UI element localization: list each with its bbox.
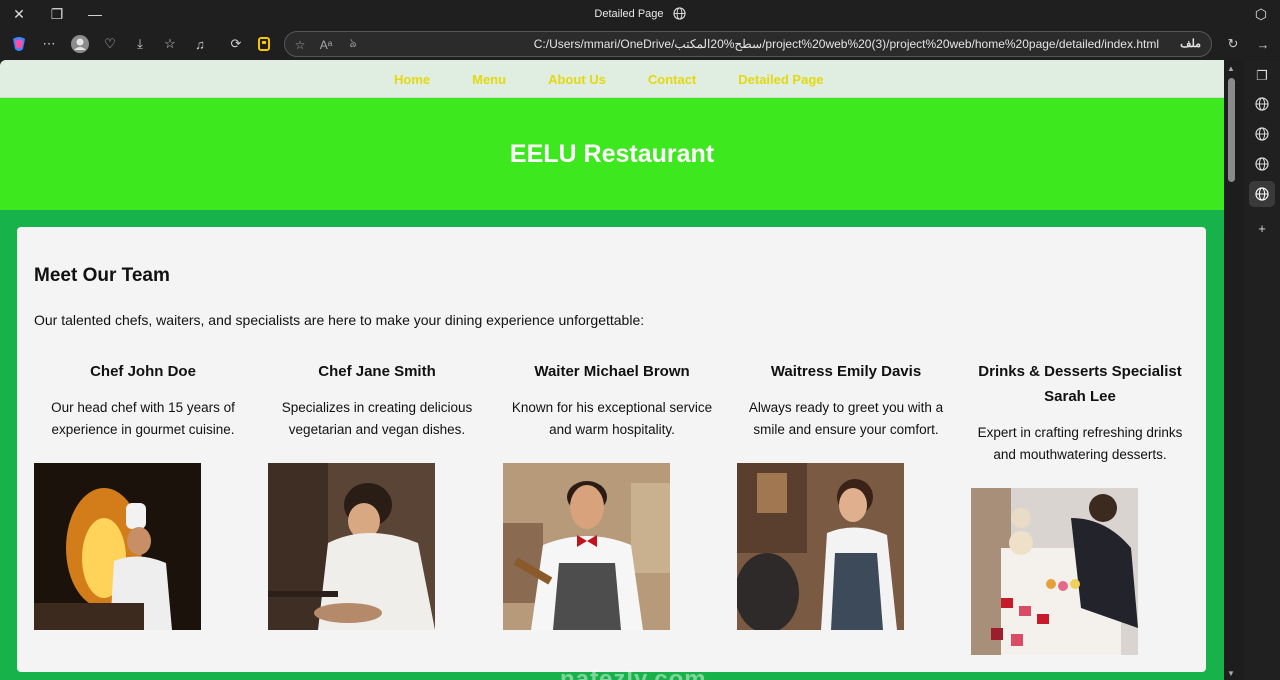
favorite-star-icon[interactable]: ☆ (290, 35, 310, 55)
extensions-icon[interactable]: ⬡ (1242, 0, 1280, 28)
copilot-icon[interactable] (8, 33, 30, 55)
scroll-up-icon[interactable]: ▲ (1227, 64, 1235, 73)
sidebar-globe-icon[interactable] (1252, 94, 1272, 114)
immersive-reader-icon[interactable]: ঌ (343, 35, 363, 55)
team-intro: Our talented chefs, waiters, and special… (34, 312, 645, 328)
tab-actions-icon[interactable]: ❐ (1252, 66, 1272, 86)
site-title: EELU Restaurant (509, 140, 715, 168)
read-aloud-text-icon[interactable]: Aᵃ (316, 35, 336, 55)
nav-about-us[interactable]: About Us (548, 72, 606, 87)
address-bar[interactable]: ☆ Aᵃ ঌ C:/Users/mmari/OneDrive/سطح%20الم… (284, 31, 1212, 57)
member-name: Drinks & Desserts Specialist Sarah Lee (978, 363, 1182, 405)
scroll-down-icon[interactable]: ▼ (1227, 669, 1235, 678)
team-member: Chef Jane Smith Specializes in creating … (268, 359, 486, 440)
team-member: Waiter Michael Brown Known for his excep… (503, 359, 721, 440)
chef-jane-photo (268, 463, 435, 630)
team-card: Meet Our Team Our talented chefs, waiter… (17, 227, 1206, 672)
window-title: Detailed Page (0, 7, 1280, 23)
member-name: Chef Jane Smith (318, 363, 436, 380)
address-url[interactable]: C:/Users/mmari/OneDrive/سطح%20المكتب/pro… (534, 37, 1159, 51)
nav-menu[interactable]: Menu (472, 72, 506, 87)
downloads-icon[interactable]: ⤓ (129, 33, 151, 55)
member-description: Specializes in creating delicious vegeta… (281, 400, 473, 437)
favorites-icon[interactable]: ☆ (159, 33, 181, 55)
specialist-sarah-photo (971, 488, 1138, 655)
waitress-emily-photo (737, 463, 904, 630)
hero-banner: EELU Restaurant (0, 98, 1224, 210)
profile-avatar-icon[interactable] (69, 33, 91, 55)
member-description: Known for his exceptional service and wa… (511, 400, 713, 437)
member-description: Expert in crafting refreshing drinks and… (977, 425, 1183, 462)
refresh-extension-icon[interactable]: ⟳ (225, 33, 247, 55)
chef-john-photo (34, 463, 201, 630)
health-heart-icon[interactable]: ♡ (99, 33, 121, 55)
file-protocol-label: ملف (1180, 38, 1201, 50)
add-sidebar-icon[interactable]: + (1252, 218, 1272, 238)
browser-sidebar: ❐ + (1244, 60, 1280, 680)
waiter-michael-photo (503, 463, 670, 630)
page-scrollbar[interactable]: ▲ ▼ (1224, 60, 1244, 680)
nav-detailed-page[interactable]: Detailed Page (738, 72, 823, 87)
more-options-icon[interactable]: ⋯ (38, 33, 60, 55)
sidebar-globe-active-icon[interactable] (1249, 181, 1275, 207)
member-description: Our head chef with 15 years of experienc… (51, 400, 235, 437)
nav-home[interactable]: Home (394, 72, 430, 87)
globe-icon (672, 7, 686, 23)
read-aloud-icon[interactable]: ♫ (189, 33, 211, 55)
window-title-text: Detailed Page (594, 8, 664, 20)
team-heading: Meet Our Team (34, 265, 170, 286)
collections-icon[interactable] (253, 33, 275, 55)
team-member: Chef John Doe Our head chef with 15 year… (34, 359, 252, 440)
window-titlebar: ✕ ❐ — Detailed Page ⬡ (0, 0, 1280, 28)
member-description: Always ready to greet you with a smile a… (748, 400, 944, 437)
forward-icon[interactable]: → (1252, 33, 1274, 55)
nafezly-watermark: nafezly.com (560, 666, 707, 680)
browser-toolbar: ⋯ ♡ ⤓ ☆ ♫ ⟳ ☆ Aᵃ ঌ C:/Users/mmari/OneDri… (0, 28, 1280, 60)
site-navbar: Home Menu About Us Contact Detailed Page (0, 60, 1224, 98)
member-name: Chef John Doe (90, 363, 196, 380)
scroll-thumb[interactable] (1228, 78, 1235, 182)
nav-contact[interactable]: Contact (648, 72, 696, 87)
sidebar-globe-icon[interactable] (1252, 124, 1272, 144)
page-viewport: Home Menu About Us Contact Detailed Page… (0, 60, 1224, 680)
sidebar-globe-icon[interactable] (1252, 154, 1272, 174)
team-member: Drinks & Desserts Specialist Sarah Lee E… (971, 359, 1189, 465)
member-name: Waiter Michael Brown (534, 363, 690, 380)
reload-icon[interactable]: ↻ (1222, 33, 1244, 55)
team-member: Waitress Emily Davis Always ready to gre… (737, 359, 955, 440)
member-name: Waitress Emily Davis (770, 363, 922, 380)
